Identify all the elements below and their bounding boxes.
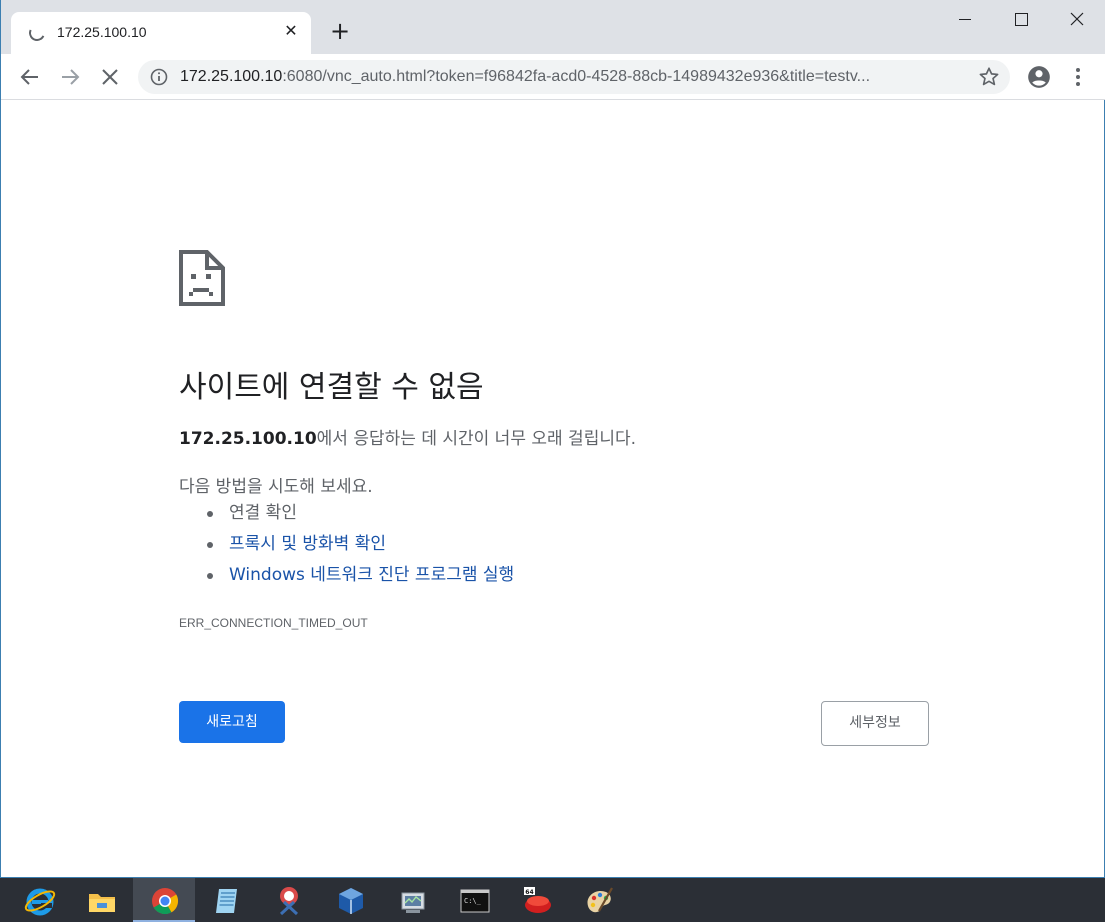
svg-text:C:\_: C:\_: [464, 897, 482, 905]
error-description: 172.25.100.10에서 응답하는 데 시간이 너무 오래 걸립니다.: [179, 424, 636, 449]
tab-close-icon[interactable]: ✕: [281, 21, 301, 41]
details-button[interactable]: 세부정보: [821, 701, 929, 746]
suggestion-label: 연결 확인: [229, 503, 297, 523]
close-icon: [1070, 12, 1084, 26]
new-tab-icon[interactable]: +: [326, 18, 354, 46]
error-code: ERR_CONNECTION_TIMED_OUT: [179, 616, 368, 630]
error-heading: 사이트에 연결할 수 없음: [179, 370, 484, 405]
suggestions-list: 연결 확인 프록시 및 방화벽 확인 Windows 네트워크 진단 프로그램 …: [206, 502, 514, 595]
url-text: 172.25.100.10:6080/vnc_auto.html?token=f…: [180, 68, 960, 86]
more-menu-icon[interactable]: [1067, 64, 1089, 90]
sad-document-icon: [179, 250, 225, 306]
taskbar-network-monitor[interactable]: [381, 878, 443, 922]
address-bar[interactable]: 172.25.100.10:6080/vnc_auto.html?token=f…: [138, 60, 1010, 94]
info-icon[interactable]: [150, 68, 168, 86]
arrow-right-icon: [62, 69, 80, 85]
internet-explorer-icon: [24, 888, 56, 916]
tab-strip: 172.25.100.10 ✕ +: [1, 0, 1105, 54]
windows-taskbar: C:\_ 64: [0, 878, 1105, 922]
browser-tab[interactable]: 172.25.100.10 ✕: [11, 12, 311, 54]
suggestion-run-diagnostics[interactable]: Windows 네트워크 진단 프로그램 실행: [206, 564, 514, 595]
suggestions-intro: 다음 방법을 시도해 보세요.: [179, 477, 373, 497]
taskbar-internet-explorer[interactable]: [8, 878, 70, 922]
snipping-tool-icon: [279, 887, 299, 916]
taskbar-virtualbox[interactable]: [319, 878, 381, 922]
taskbar-app-64[interactable]: 64: [505, 878, 567, 922]
url-path: :6080/vnc_auto.html?token=f96842fa-acd0-…: [282, 68, 871, 85]
taskbar-paint[interactable]: [567, 878, 629, 922]
network-diagnostics-link[interactable]: Windows 네트워크 진단 프로그램 실행: [229, 565, 514, 585]
stop-loading-button[interactable]: [95, 62, 125, 92]
paint-icon: [587, 887, 613, 913]
chrome-icon: [152, 888, 179, 915]
minimize-button[interactable]: [937, 0, 993, 38]
taskbar-file-explorer[interactable]: [70, 878, 132, 922]
profile-avatar-icon[interactable]: [1026, 64, 1052, 90]
taskbar-chrome[interactable]: [133, 878, 195, 922]
suggestion-check-connection: 연결 확인: [206, 502, 514, 533]
close-window-button[interactable]: [1049, 0, 1105, 38]
suggestion-check-proxy-firewall[interactable]: 프록시 및 방화벽 확인: [206, 533, 514, 564]
app-64-icon: 64: [524, 887, 551, 913]
arrow-left-icon: [20, 69, 38, 85]
taskbar-snipping-tool[interactable]: [257, 878, 319, 922]
command-prompt-icon: C:\_: [460, 889, 490, 913]
network-monitor-icon: [401, 892, 425, 913]
reload-button[interactable]: 새로고침: [179, 701, 285, 743]
taskbar-command-prompt[interactable]: C:\_: [443, 878, 505, 922]
virtualbox-icon: [339, 888, 363, 914]
file-explorer-icon: [89, 894, 115, 912]
taskbar-notepad[interactable]: [195, 878, 257, 922]
notepad-icon: [216, 889, 237, 913]
browser-toolbar: 172.25.100.10:6080/vnc_auto.html?token=f…: [1, 54, 1105, 100]
maximize-button[interactable]: [993, 0, 1049, 38]
browser-window: 172.25.100.10 ✕ + 172.25.100.10:6080/vnc…: [0, 0, 1105, 878]
forward-button[interactable]: [55, 62, 85, 92]
url-host: 172.25.100.10: [180, 68, 283, 85]
error-description-text: 에서 응답하는 데 시간이 너무 오래 걸립니다.: [316, 429, 637, 449]
loading-spinner-icon: [26, 22, 48, 44]
proxy-firewall-link[interactable]: 프록시 및 방화벽 확인: [229, 534, 386, 554]
tab-title: 172.25.100.10: [57, 24, 147, 40]
error-host: 172.25.100.10: [179, 429, 317, 449]
back-button[interactable]: [15, 62, 45, 92]
svg-text:64: 64: [525, 889, 533, 896]
stop-x-icon: [102, 69, 118, 85]
bookmark-star-icon[interactable]: [978, 66, 1000, 88]
